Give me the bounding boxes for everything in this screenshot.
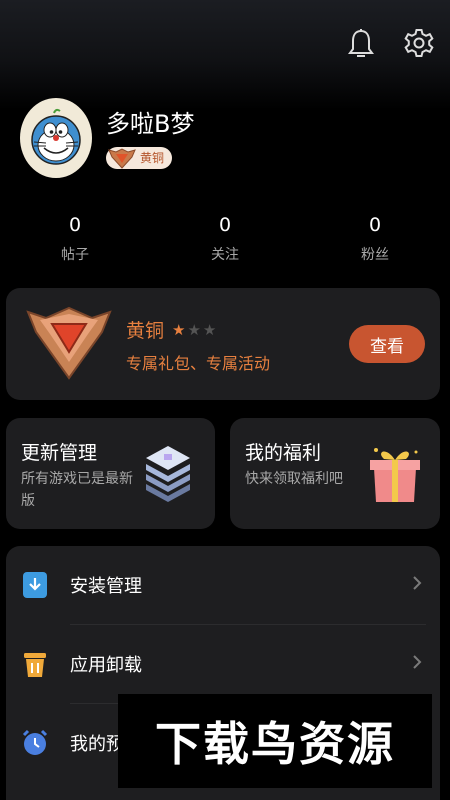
vip-title-row: 黄铜 ★★★ [126,316,218,343]
star-icon-empty: ★ [187,320,203,339]
rank-badge-label: 黄铜 [140,151,165,165]
stat-posts[interactable]: 0 帖子 [0,214,150,264]
star-icon-empty: ★ [202,320,219,339]
alarm-clock-icon [20,728,50,758]
my-benefits-card[interactable]: 我的福利 快来领取福利吧 [230,418,440,529]
stats-bar: 0 帖子 0 关注 0 粉丝 [0,214,450,264]
menu-item-install-management[interactable]: 安装管理 [6,546,440,624]
feature-title: 我的福利 [245,442,322,464]
top-actions [344,26,436,60]
feature-desc: 快来领取福利吧 [245,471,343,487]
stat-value: 0 [68,214,82,236]
watermark-text: 下载鸟资源 [155,717,395,771]
username: 多啦B梦 [106,109,195,138]
update-management-card[interactable]: 更新管理 所有游戏已是最新版 [6,418,215,529]
gear-icon[interactable] [402,26,436,60]
trash-icon [20,649,50,679]
stat-following[interactable]: 0 关注 [150,214,300,264]
profile-info: 多啦B梦 黄铜 [106,104,194,173]
menu-item-label: 应用卸载 [70,655,142,676]
star-icon-filled: ★ [172,320,188,339]
doraemon-avatar [31,108,81,165]
bell-icon[interactable] [344,26,378,60]
stat-label: 关注 [211,247,239,263]
chevron-right-icon [412,654,422,674]
menu-item-app-uninstall[interactable]: 应用卸载 [6,625,440,703]
avatar[interactable] [20,98,92,178]
feature-title: 更新管理 [21,442,98,464]
vip-subtitle: 专属礼包、专属活动 [126,354,271,373]
gift-box-icon [366,444,424,510]
vip-title: 黄铜 [126,320,165,342]
install-icon [20,570,50,600]
stat-value: 0 [218,214,232,236]
menu-item-label: 安装管理 [70,576,142,597]
view-vip-button[interactable]: 查看 [349,325,425,363]
stat-label: 粉丝 [361,247,389,263]
profile-header: 多啦B梦 黄铜 [20,98,194,178]
vip-stars: ★★★ [172,321,218,339]
stat-label: 帖子 [61,247,89,263]
watermark-overlay: 下载鸟资源 [118,694,432,788]
bronze-medal-icon [108,147,136,169]
rank-badge[interactable]: 黄铜 [106,146,173,169]
bronze-shield-icon [26,302,112,384]
feature-desc: 所有游戏已是最新版 [21,471,133,509]
layers-stack-icon [140,444,196,508]
stat-fans[interactable]: 0 粉丝 [300,214,450,264]
chevron-right-icon [412,575,422,595]
stat-value: 0 [368,214,382,236]
